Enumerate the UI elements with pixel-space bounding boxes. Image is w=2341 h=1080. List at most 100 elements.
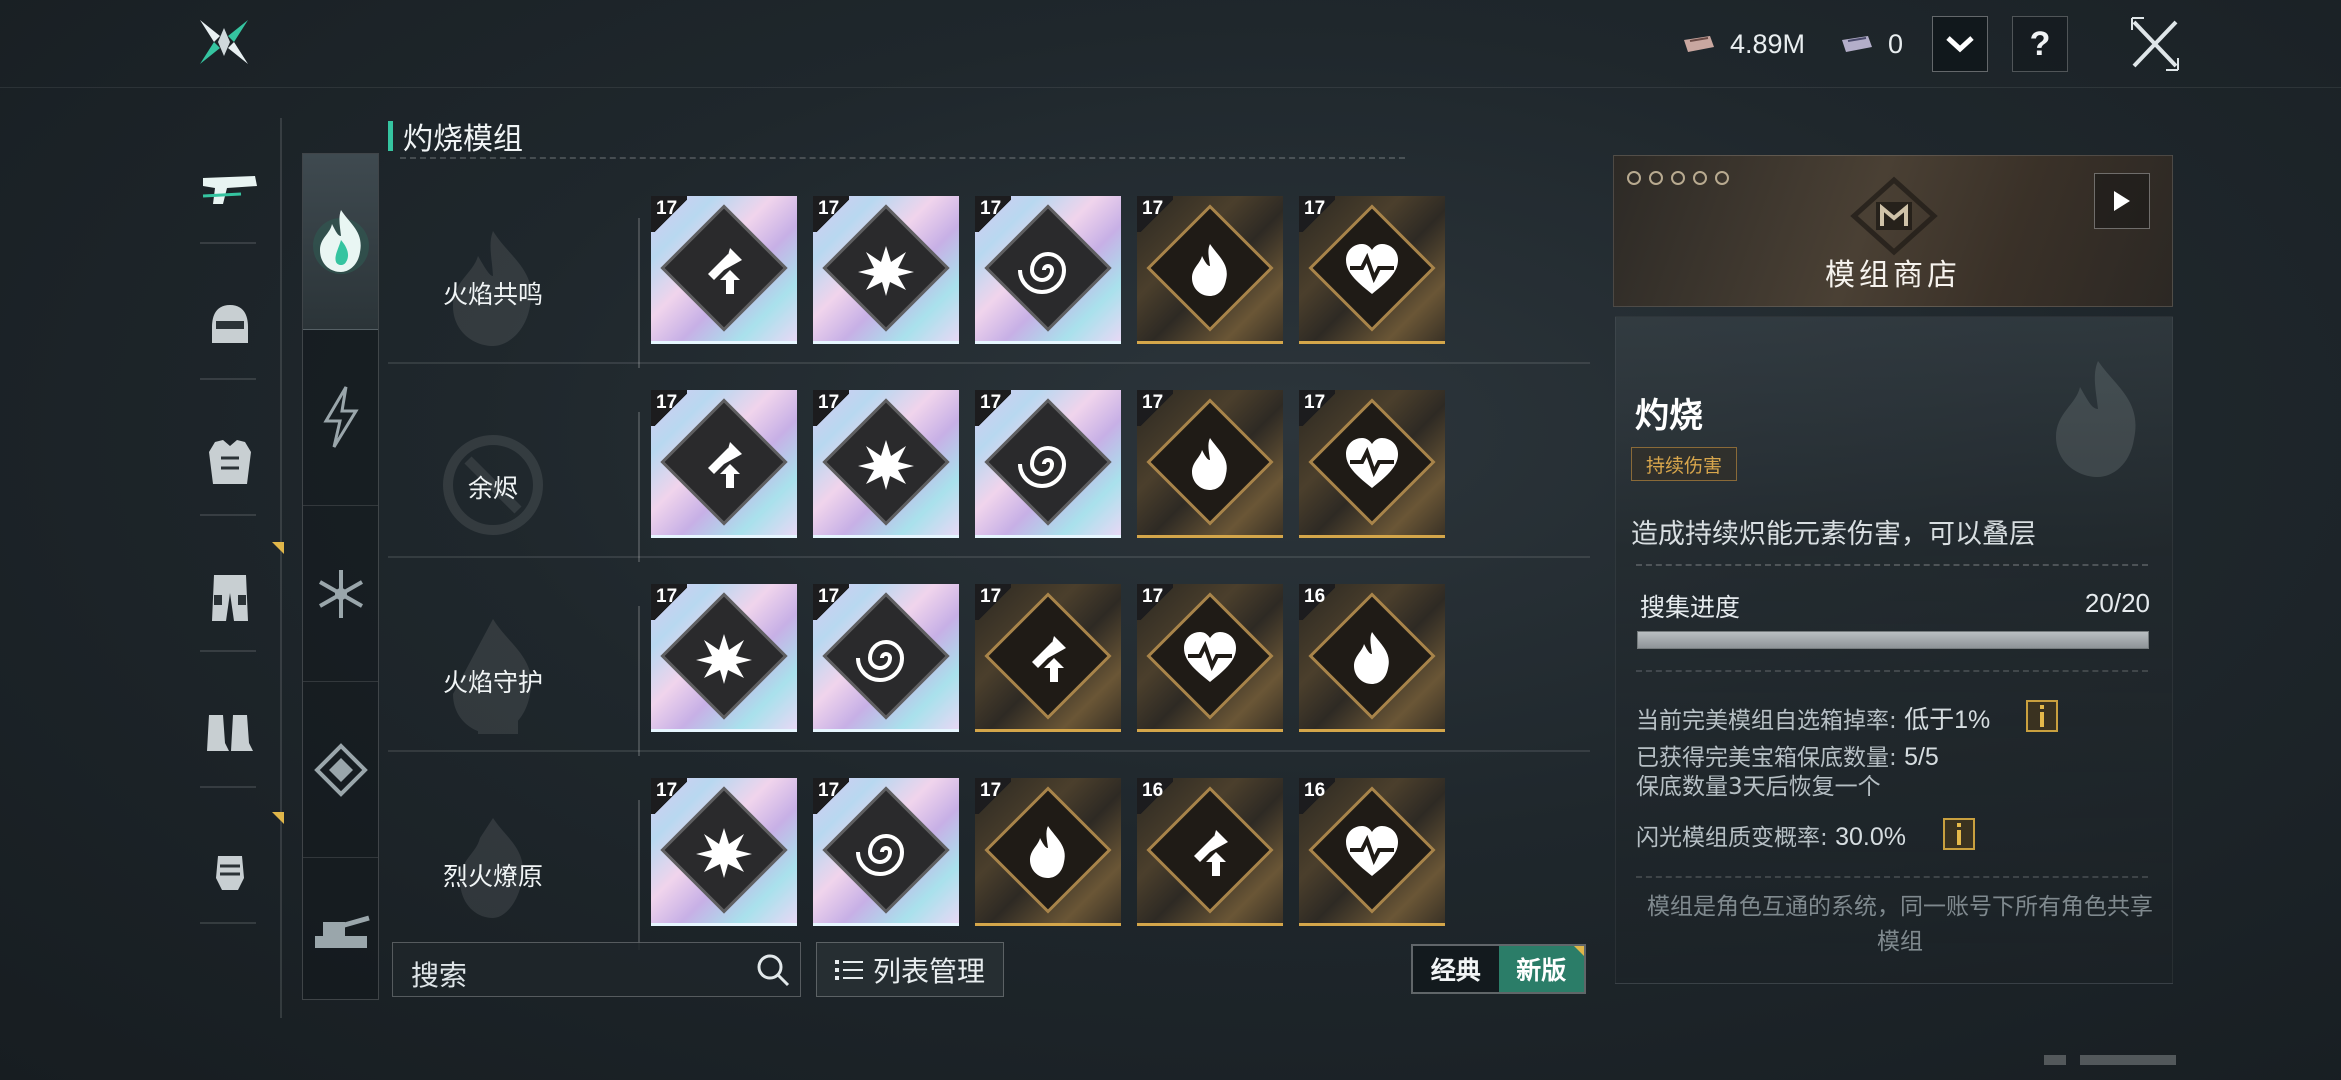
arrow-burst-icon bbox=[708, 248, 742, 294]
module-card[interactable]: 17 bbox=[813, 584, 959, 732]
module-card[interactable]: 17 bbox=[1137, 196, 1283, 344]
arrow-burst-icon bbox=[1032, 636, 1066, 682]
flash-rate-value: 30.0% bbox=[1835, 823, 1906, 851]
search-icon[interactable] bbox=[756, 953, 790, 987]
module-card[interactable]: 17 bbox=[1137, 584, 1283, 732]
heartbeat-icon bbox=[1346, 826, 1398, 876]
drop-rate-info-button[interactable] bbox=[2026, 700, 2058, 732]
module-card[interactable]: 17 bbox=[651, 778, 797, 926]
nav-item-armor[interactable] bbox=[200, 432, 260, 492]
tab-burn[interactable] bbox=[303, 154, 378, 330]
nav-item-pants[interactable] bbox=[200, 568, 260, 628]
module-card[interactable]: 17 bbox=[813, 778, 959, 926]
module-card[interactable]: 16 bbox=[1299, 778, 1445, 926]
info-icon bbox=[2040, 705, 2044, 727]
mode-new-button[interactable]: 新版 bbox=[1498, 946, 1584, 992]
effect-tag: 持续伤害 bbox=[1631, 447, 1738, 481]
new-indicator bbox=[272, 542, 284, 554]
level-badge: 17 bbox=[813, 778, 849, 814]
row-divider bbox=[638, 218, 640, 368]
row-name: 火焰守护 bbox=[442, 668, 543, 697]
flame-icon bbox=[1030, 826, 1065, 878]
tab-shock[interactable] bbox=[303, 330, 378, 506]
module-card[interactable]: 17 bbox=[975, 390, 1121, 538]
ticket-blue-icon bbox=[1842, 36, 1872, 52]
flash-rate-info-button[interactable] bbox=[1943, 818, 1975, 850]
row-divider bbox=[638, 800, 640, 950]
turret-icon bbox=[314, 915, 370, 948]
list-manage-label: 列表管理 bbox=[872, 954, 985, 988]
flame-icon bbox=[1192, 244, 1227, 296]
progress-label: 搜集进度 bbox=[1640, 593, 1741, 622]
module-shop-banner[interactable]: 模组商店 bbox=[1613, 155, 2173, 307]
module-card[interactable]: 17 bbox=[1137, 390, 1283, 538]
card-level: 17 bbox=[1304, 392, 1326, 413]
boots-icon bbox=[207, 715, 253, 751]
vortex-icon bbox=[1018, 252, 1067, 294]
module-card[interactable]: 17 bbox=[1299, 196, 1445, 344]
module-card[interactable]: 17 bbox=[651, 390, 797, 538]
nav-item-weapon[interactable] bbox=[200, 162, 260, 222]
module-card[interactable]: 17 bbox=[813, 196, 959, 344]
shop-emblem-icon bbox=[1850, 176, 1938, 256]
card-level: 16 bbox=[1304, 586, 1326, 607]
close-icon[interactable] bbox=[2130, 16, 2180, 72]
module-card[interactable]: 17 bbox=[975, 584, 1121, 732]
module-card[interactable]: 17 bbox=[975, 778, 1121, 926]
drop-rate-stat: 当前完美模组自选箱掉率: 低于1% bbox=[1636, 700, 1990, 736]
nav-item-helmet[interactable] bbox=[200, 296, 260, 356]
shop-enter-button[interactable] bbox=[2094, 173, 2150, 229]
game-logo-icon bbox=[200, 20, 248, 64]
tab-core[interactable] bbox=[303, 682, 378, 858]
currency-1-value: 4.89M bbox=[1730, 28, 1806, 59]
level-badge: 17 bbox=[1137, 584, 1173, 620]
currency-1: 4.89M bbox=[1682, 26, 1805, 62]
tab-frost[interactable] bbox=[303, 506, 378, 682]
mode-classic-button[interactable]: 经典 bbox=[1413, 946, 1499, 992]
nav-item-boots[interactable] bbox=[200, 704, 260, 764]
nav-item-gloves[interactable] bbox=[200, 840, 260, 900]
dropdown-button[interactable] bbox=[1932, 16, 1988, 72]
card-level: 17 bbox=[656, 780, 678, 801]
heartbeat-icon bbox=[1346, 244, 1398, 294]
module-card[interactable]: 16 bbox=[1299, 584, 1445, 732]
snowflake-icon bbox=[318, 569, 363, 618]
pants-icon bbox=[212, 575, 248, 621]
info-icon bbox=[1957, 823, 1961, 845]
row-name: 余烬 bbox=[467, 474, 518, 503]
chevron-down-icon bbox=[1946, 36, 1974, 53]
module-card[interactable]: 16 bbox=[1137, 778, 1283, 926]
explosion-icon bbox=[696, 634, 752, 684]
page-indicator bbox=[2080, 1055, 2176, 1065]
search-box[interactable]: 搜索 bbox=[392, 942, 801, 997]
search-placeholder: 搜索 bbox=[411, 959, 468, 992]
drop-rate-value: 低于1% bbox=[1904, 706, 1991, 734]
tab-turret[interactable] bbox=[303, 858, 378, 999]
list-manage-button[interactable]: 列表管理 bbox=[816, 942, 1004, 997]
explosion-icon bbox=[858, 246, 914, 296]
level-badge: 17 bbox=[975, 196, 1011, 232]
module-card[interactable]: 17 bbox=[651, 196, 797, 344]
play-arrow-icon bbox=[2114, 191, 2130, 211]
module-card[interactable]: 17 bbox=[1299, 390, 1445, 538]
vortex-icon bbox=[856, 640, 905, 682]
card-level: 17 bbox=[1142, 586, 1164, 607]
collection-progress-bar bbox=[1637, 631, 2149, 649]
level-badge: 17 bbox=[975, 584, 1011, 620]
nav-separator bbox=[200, 378, 256, 380]
module-card[interactable]: 17 bbox=[813, 390, 959, 538]
detail-description: 造成持续炽能元素伤害，可以叠层 bbox=[1631, 519, 2036, 550]
module-card[interactable]: 17 bbox=[975, 196, 1121, 344]
arrow-burst-icon bbox=[708, 442, 742, 488]
vortex-icon bbox=[1018, 446, 1067, 488]
help-button[interactable]: ? bbox=[2012, 16, 2068, 72]
level-badge: 17 bbox=[975, 390, 1011, 426]
nav-separator bbox=[200, 242, 256, 244]
level-badge: 17 bbox=[1299, 196, 1335, 232]
flame-icon bbox=[1192, 438, 1227, 490]
section-accent-bar bbox=[388, 121, 393, 151]
shared-module-note: 模组是角色互通的系统，同一账号下所有角色共享模组 bbox=[1647, 894, 2153, 955]
nav-separator bbox=[200, 786, 256, 788]
module-card[interactable]: 17 bbox=[651, 584, 797, 732]
helmet-icon bbox=[212, 305, 248, 343]
